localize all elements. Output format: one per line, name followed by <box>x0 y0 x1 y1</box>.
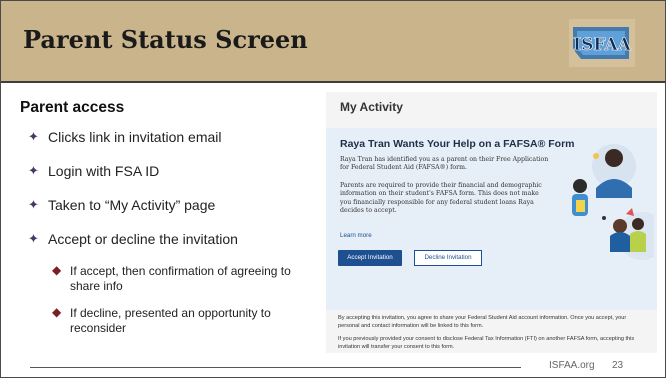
page-number: 23 <box>612 360 624 371</box>
sub-bullet-text: If accept, then confirmation of agreeing… <box>70 264 291 293</box>
section-heading: Parent access <box>20 99 125 116</box>
consent-fine-print: By accepting this invitation, you agree … <box>338 315 627 329</box>
star-bullet-icon: ✦ <box>28 197 39 212</box>
footer-divider <box>30 367 521 368</box>
bullet-text: Taken to “My Activity” page <box>48 197 216 213</box>
bullet-item: ✦ Accept or decline the invitation <box>28 230 318 264</box>
bullet-list: ✦ Clicks link in invitation email ✦ Logi… <box>28 128 318 348</box>
card-title: Raya Tran Wants Your Help on a FAFSA® Fo… <box>340 138 575 150</box>
my-activity-screenshot: My Activity Raya Tran Wants Your Help on… <box>326 92 657 353</box>
isfaa-logo: ISFAA <box>569 19 635 67</box>
sub-bullet-item: ◆ If decline, presented an opportunity t… <box>52 305 306 336</box>
slide-header: Parent Status Screen ISFAA <box>1 1 665 83</box>
card-paragraph-intro: Raya Tran has identified you as a parent… <box>340 156 549 172</box>
bullet-item: ✦ Login with FSA ID <box>28 162 318 196</box>
diamond-bullet-icon: ◆ <box>52 263 62 277</box>
logo-text: ISFAA <box>573 35 631 55</box>
bullet-text: Login with FSA ID <box>48 163 160 179</box>
screenshot-heading: My Activity <box>340 100 403 114</box>
diamond-bullet-icon: ◆ <box>52 305 62 319</box>
sub-bullet-item: ◆ If accept, then confirmation of agreei… <box>52 263 306 294</box>
learn-more-link[interactable]: Learn more <box>340 232 372 239</box>
bullet-item: ✦ Clicks link in invitation email <box>28 128 318 162</box>
star-bullet-icon: ✦ <box>28 163 39 178</box>
footer-site: ISFAA.org <box>549 360 595 371</box>
accept-invitation-button[interactable]: Accept Invitation <box>338 250 402 266</box>
fti-fine-print: If you previously provided your consent … <box>338 336 635 350</box>
slide-title: Parent Status Screen <box>23 25 308 54</box>
bullet-item: ✦ Taken to “My Activity” page <box>28 196 318 230</box>
invitation-card: Raya Tran Wants Your Help on a FAFSA® Fo… <box>326 128 657 310</box>
decline-invitation-button[interactable]: Decline Invitation <box>414 250 482 266</box>
card-paragraph-requirement: Parents are required to provide their fi… <box>340 182 542 214</box>
star-bullet-icon: ✦ <box>28 231 39 246</box>
bullet-text: Accept or decline the invitation <box>48 231 238 247</box>
star-bullet-icon: ✦ <box>28 129 39 144</box>
bullet-text: Clicks link in invitation email <box>48 129 222 145</box>
people-illustration-icon <box>572 144 654 260</box>
sub-bullet-text: If decline, presented an opportunity to … <box>70 306 271 335</box>
